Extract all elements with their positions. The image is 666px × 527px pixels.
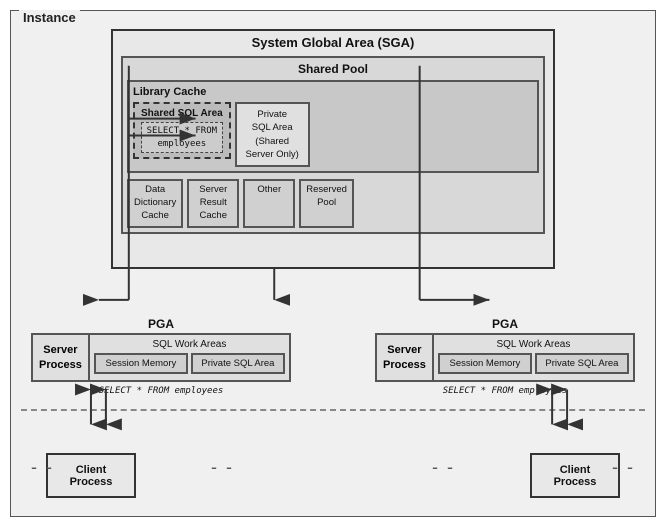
client-process-right: ClientProcess bbox=[530, 453, 620, 498]
library-cache-inner: Shared SQL Area SELECT * FROMemployees P… bbox=[133, 102, 533, 167]
pga-inner-cells-right: Session Memory Private SQL Area bbox=[438, 353, 629, 374]
pga-box-right: ServerProcess SQL Work Areas Session Mem… bbox=[375, 333, 635, 382]
private-sql-area-box: PrivateSQL Area(SharedServer Only) bbox=[235, 102, 310, 167]
shared-pool-label: Shared Pool bbox=[127, 62, 539, 76]
pga-cell-private-right: Private SQL Area bbox=[535, 353, 629, 374]
shared-sql-area-label: Shared SQL Area bbox=[141, 108, 223, 119]
instance-label: Instance bbox=[19, 10, 80, 25]
shared-sql-area: Shared SQL Area SELECT * FROMemployees bbox=[133, 102, 231, 159]
pga-label-right: PGA bbox=[375, 317, 635, 331]
sp-cell-data-dict: DataDictionaryCache bbox=[127, 179, 183, 227]
pga-cell-session-left: Session Memory bbox=[94, 353, 188, 374]
pga-section-right: PGA ServerProcess SQL Work Areas Session… bbox=[375, 317, 635, 396]
sql-work-areas-left: SQL Work Areas bbox=[94, 339, 285, 350]
private-sql-area-text: PrivateSQL Area(SharedServer Only) bbox=[246, 109, 299, 160]
library-cache-label: Library Cache bbox=[133, 86, 533, 98]
pga-cell-private-left: Private SQL Area bbox=[191, 353, 285, 374]
sp-cell-reserved: ReservedPool bbox=[299, 179, 354, 227]
library-cache-box: Library Cache Shared SQL Area SELECT * F… bbox=[127, 80, 539, 173]
client-process-left: ClientProcess bbox=[46, 453, 136, 498]
sql-work-areas-right: SQL Work Areas bbox=[438, 339, 629, 350]
sp-cell-other: Other bbox=[243, 179, 295, 227]
pga-inner-cells-left: Session Memory Private SQL Area bbox=[94, 353, 285, 374]
sga-label: System Global Area (SGA) bbox=[113, 31, 553, 52]
diagram-wrapper: Instance System Global Area (SGA) Shared… bbox=[0, 0, 666, 527]
select-text-left: SELECT * FROM employees bbox=[31, 386, 291, 396]
server-process-right: ServerProcess bbox=[377, 335, 434, 380]
sp-cell-server-result: ServerResultCache bbox=[187, 179, 239, 227]
dots-left: - - bbox=[31, 457, 54, 478]
dots-right: - - bbox=[612, 457, 635, 478]
select-text-right: SELECT * FROM employees bbox=[375, 386, 635, 396]
dashed-separator bbox=[21, 409, 645, 411]
shared-pool-bottom: DataDictionaryCache ServerResultCache Ot… bbox=[127, 179, 539, 227]
dots-center-left: - - bbox=[211, 457, 234, 478]
pga-section-left: PGA ServerProcess SQL Work Areas Session… bbox=[31, 317, 291, 396]
pga-inner-right: SQL Work Areas Session Memory Private SQ… bbox=[434, 335, 633, 380]
pga-box-left: ServerProcess SQL Work Areas Session Mem… bbox=[31, 333, 291, 382]
instance-box: Instance System Global Area (SGA) Shared… bbox=[10, 10, 656, 517]
dots-center-right: - - bbox=[432, 457, 455, 478]
server-process-left: ServerProcess bbox=[33, 335, 90, 380]
pga-cell-session-right: Session Memory bbox=[438, 353, 532, 374]
shared-pool-box: Shared Pool Library Cache Shared SQL Are… bbox=[121, 56, 545, 234]
sql-text: SELECT * FROMemployees bbox=[141, 122, 223, 153]
pga-inner-left: SQL Work Areas Session Memory Private SQ… bbox=[90, 335, 289, 380]
sga-box: System Global Area (SGA) Shared Pool Lib… bbox=[111, 29, 555, 269]
pga-label-left: PGA bbox=[31, 317, 291, 331]
